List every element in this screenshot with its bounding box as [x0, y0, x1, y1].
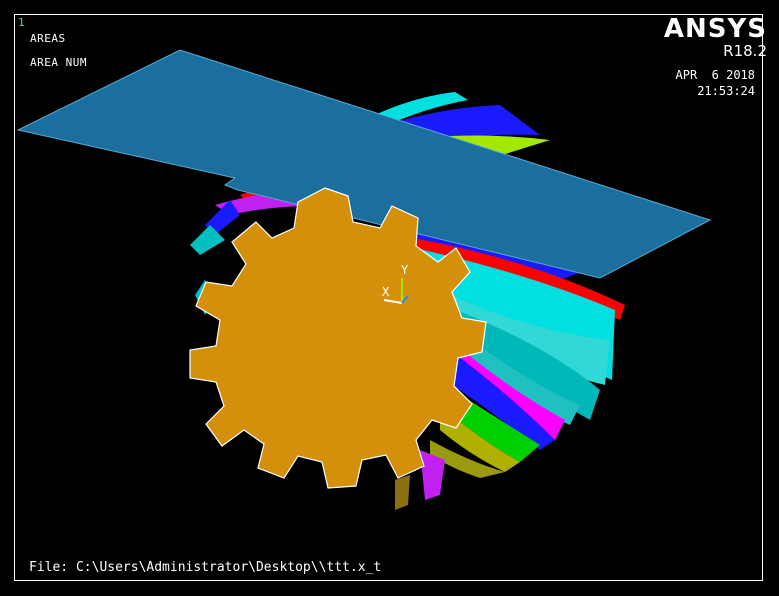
- time-stamp: 21:53:24: [697, 84, 755, 98]
- graphics-viewport[interactable]: Y X 1 AREAS AREA NUM ANSYS R18.2 APR 6 2…: [0, 0, 779, 596]
- ansys-logo: ANSYS: [663, 14, 767, 44]
- version-label: R18.2: [723, 42, 767, 60]
- plot-label-areas: AREAS: [30, 32, 66, 45]
- date-stamp: APR 6 2018: [675, 68, 755, 82]
- model-scene[interactable]: Y X: [0, 0, 779, 596]
- file-path-label: File: C:\Users\Administrator\Desktop\\tt…: [29, 560, 382, 575]
- triad-x-label: X: [382, 285, 390, 299]
- window-number: 1: [18, 16, 25, 29]
- plot-label-area-num: AREA NUM: [30, 56, 87, 69]
- triad-y-label: Y: [401, 263, 409, 277]
